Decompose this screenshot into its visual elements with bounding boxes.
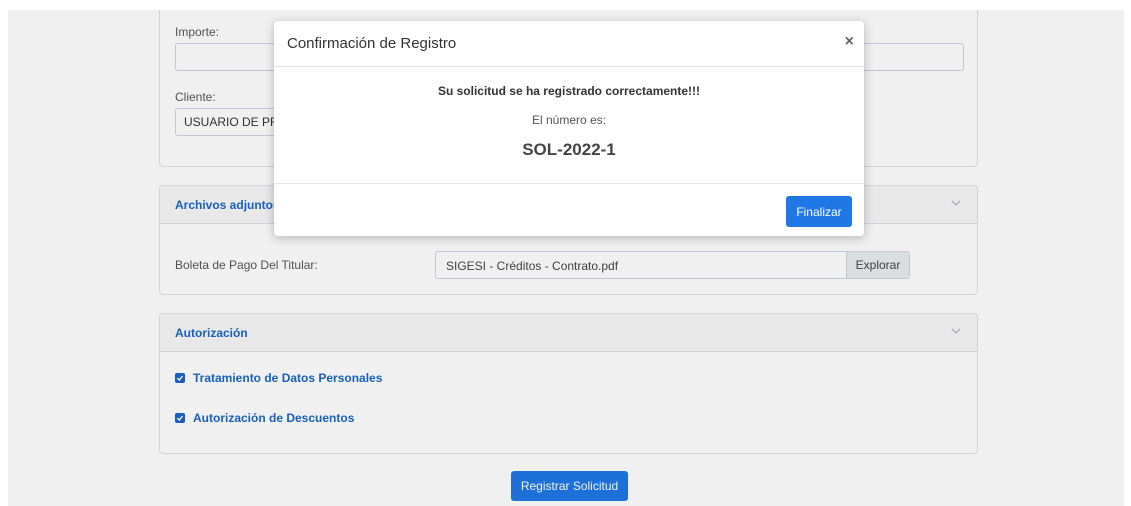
request-number: SOL-2022-1 [522,140,616,159]
number-label: El número es: [531,113,607,127]
confirmation-modal: Confirmación de Registro × Su solicitud … [274,21,864,236]
modal-footer: Finalizar [274,183,864,237]
modal-header: Confirmación de Registro × [274,21,864,67]
success-message: Su solicitud se ha registrado correctame… [437,84,701,98]
modal-title: Confirmación de Registro [287,35,457,52]
close-icon[interactable]: × [845,33,854,51]
finalize-button[interactable]: Finalizar [786,196,852,227]
